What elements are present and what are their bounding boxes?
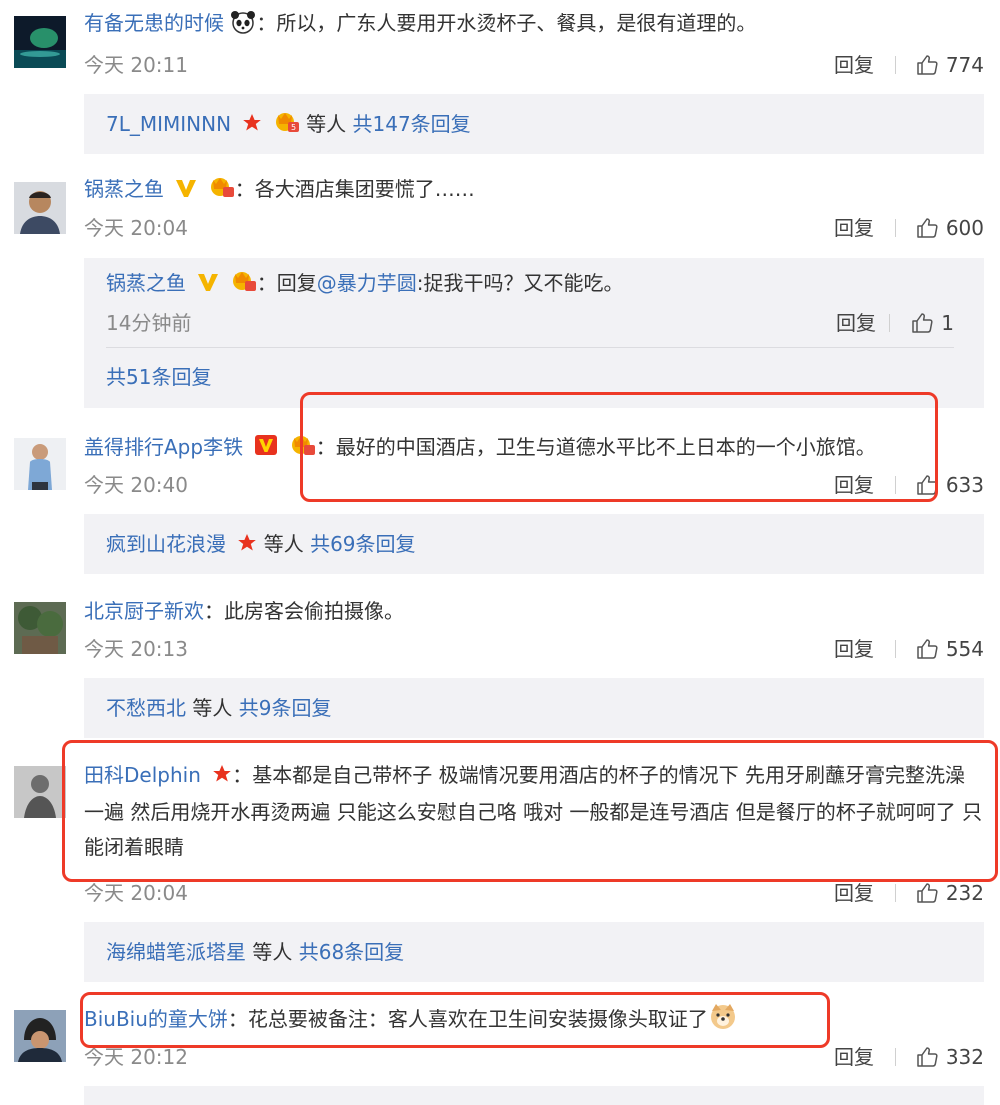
verified-v-icon — [254, 432, 278, 467]
username[interactable]: 田科Delphin — [84, 763, 201, 787]
nested-time: 14分钟前 — [106, 311, 192, 335]
nested-text: :捉我干吗？又不能吃。 — [416, 271, 624, 295]
comment-text: ：所以，广东人要用开水烫杯子、餐具，是很有道理的。 — [256, 11, 757, 35]
comment-time: 今天 20:04 — [84, 881, 188, 905]
divider — [895, 884, 896, 902]
comment-time: 今天 20:40 — [84, 473, 188, 497]
thumbs-up-icon — [917, 883, 938, 903]
reply-etc: 等人 — [263, 532, 304, 556]
reply-total-link[interactable]: 共51条回复 — [106, 365, 211, 389]
reply-users[interactable]: 疯到山花浪漫 — [106, 532, 226, 556]
reply-button[interactable]: 回复 — [834, 878, 874, 908]
thumbs-up-icon — [917, 55, 938, 75]
like-button[interactable]: 774 — [916, 50, 984, 80]
reply-summary[interactable]: 不愁西北 等人 共9条回复 — [84, 678, 984, 738]
divider — [895, 1048, 896, 1066]
avatar[interactable] — [14, 1010, 66, 1062]
reply-summary — [84, 1086, 984, 1105]
comment-text: ：花总要被备注：客人喜欢在卫生间安装摄像头取证了 — [227, 1007, 708, 1031]
svg-text:5: 5 — [291, 123, 296, 132]
red-star-badge-icon — [242, 111, 262, 141]
avatar[interactable] — [14, 16, 66, 68]
username[interactable]: BiuBiu的童大饼 — [84, 1007, 228, 1031]
avatar[interactable] — [14, 766, 66, 818]
like-button[interactable]: 1 — [911, 308, 954, 338]
divider — [889, 314, 890, 332]
avatar[interactable] — [14, 182, 66, 234]
comment-text: ：各大酒店集团要慌了…… — [234, 177, 475, 201]
vip-crown-icon — [231, 268, 257, 300]
reply-summary[interactable]: 海绵蜡笔派塔星 等人 共68条回复 — [84, 922, 984, 982]
reply-button[interactable]: 回复 — [834, 213, 874, 243]
reply-button[interactable]: 回复 — [834, 50, 874, 80]
vip-crown-icon — [290, 432, 316, 467]
nested-replies: 锅蒸之鱼 ：回复@暴力芋圆:捉我干吗？又不能吃。 14分钟前 回复 1 共51条… — [84, 258, 984, 408]
reply-total-link[interactable]: 共147条回复 — [353, 112, 471, 136]
comment-time: 今天 20:12 — [84, 1045, 188, 1069]
reply-users[interactable]: 7L_MIMINNN — [106, 112, 231, 136]
like-count: 332 — [945, 1045, 984, 1069]
nested-prefix: ：回复 — [256, 271, 317, 295]
reply-button[interactable]: 回复 — [834, 1042, 874, 1072]
username[interactable]: 北京厨子新欢 — [84, 599, 204, 623]
reply-summary[interactable]: 7L_MIMINNN 5 等人 共147条回复 — [84, 94, 984, 154]
reply-total-link[interactable]: 共9条回复 — [239, 696, 332, 720]
like-button[interactable]: 600 — [916, 213, 984, 243]
thumbs-up-icon — [917, 639, 938, 659]
reply-total-link[interactable]: 共69条回复 — [310, 532, 415, 556]
like-button[interactable]: 554 — [916, 634, 984, 664]
divider — [895, 219, 896, 237]
like-button[interactable]: 633 — [916, 470, 984, 500]
divider — [895, 56, 896, 74]
comment-time: 今天 20:11 — [84, 53, 188, 77]
comment-time: 今天 20:04 — [84, 216, 188, 240]
verified-v-icon — [175, 174, 197, 209]
thumbs-up-icon — [912, 313, 933, 333]
thumbs-up-icon — [917, 475, 938, 495]
doge-emoji-icon — [708, 1002, 738, 1041]
reply-users[interactable]: 不愁西北 — [106, 696, 186, 720]
divider — [106, 347, 954, 348]
vip-crown-icon — [209, 174, 235, 209]
like-count: 1 — [941, 311, 954, 335]
username[interactable]: 有备无患的时候 — [84, 11, 224, 35]
like-count: 633 — [945, 473, 984, 497]
verified-v-icon — [197, 270, 219, 300]
like-count: 232 — [945, 881, 984, 905]
like-count: 774 — [945, 53, 984, 77]
comment-time: 今天 20:13 — [84, 637, 188, 661]
divider — [895, 640, 896, 658]
username[interactable]: 盖得排行App李铁 — [84, 435, 243, 459]
reply-etc: 等人 — [306, 112, 347, 136]
reply-etc: 等人 — [192, 696, 233, 720]
comment-text: ：最好的中国酒店，卫生与道德水平比不上日本的一个小旅馆。 — [315, 435, 876, 459]
avatar[interactable] — [14, 438, 66, 490]
username[interactable]: 锅蒸之鱼 — [84, 177, 164, 201]
red-star-badge-icon — [212, 760, 232, 795]
reply-button[interactable]: 回复 — [834, 470, 874, 500]
like-count: 600 — [945, 216, 984, 240]
vip-crown-icon: 5 — [274, 109, 300, 141]
panda-emoji-icon — [230, 10, 256, 45]
reply-summary[interactable]: 疯到山花浪漫 等人 共69条回复 — [84, 514, 984, 574]
reply-etc: 等人 — [252, 940, 293, 964]
red-star-badge-icon — [237, 531, 257, 561]
reply-button[interactable]: 回复 — [836, 308, 876, 338]
nested-username[interactable]: 锅蒸之鱼 — [106, 271, 186, 295]
divider — [895, 476, 896, 494]
reply-button[interactable]: 回复 — [834, 634, 874, 664]
like-button[interactable]: 332 — [916, 1042, 984, 1072]
like-count: 554 — [945, 637, 984, 661]
thumbs-up-icon — [917, 1047, 938, 1067]
reply-total-link[interactable]: 共68条回复 — [299, 940, 404, 964]
mention-link[interactable]: @暴力芋圆 — [317, 271, 417, 295]
thumbs-up-icon — [917, 218, 938, 238]
avatar[interactable] — [14, 602, 66, 654]
reply-users[interactable]: 海绵蜡笔派塔星 — [106, 940, 246, 964]
comment-text: ：此房客会偷拍摄像。 — [204, 599, 404, 623]
like-button[interactable]: 232 — [916, 878, 984, 908]
